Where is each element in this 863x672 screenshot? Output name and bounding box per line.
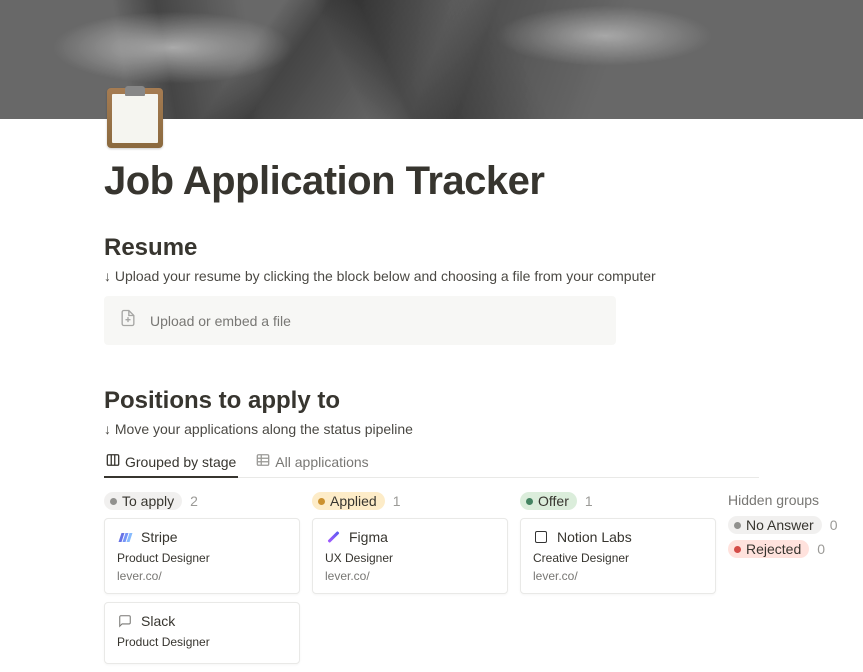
column-to-apply: To apply 2 Stripe Product Designer <box>104 492 300 672</box>
column-header[interactable]: Offer 1 <box>520 492 716 510</box>
status-dot <box>734 546 741 553</box>
slack-icon <box>117 613 133 629</box>
card-link: lever.co/ <box>533 569 703 583</box>
card-slack[interactable]: Slack Product Designer <box>104 602 300 664</box>
column-count: 1 <box>393 493 401 509</box>
stage-label: Rejected <box>746 541 801 557</box>
stage-label: Offer <box>538 493 569 509</box>
card-figma[interactable]: Figma UX Designer lever.co/ <box>312 518 508 594</box>
status-dot <box>734 522 741 529</box>
card-role: Product Designer <box>117 551 287 565</box>
page-title[interactable]: Job Application Tracker <box>104 159 759 204</box>
stage-pill-rejected: Rejected <box>728 540 809 558</box>
notion-icon <box>533 529 549 545</box>
hidden-groups: Hidden groups No Answer 0 Rejected 0 <box>728 492 863 672</box>
hidden-group-rejected[interactable]: Rejected 0 <box>728 540 863 558</box>
stage-label: Applied <box>330 493 377 509</box>
page-icon-clipboard[interactable] <box>104 87 166 149</box>
positions-help-text: ↓ Move your applications along the statu… <box>104 421 759 437</box>
resume-heading: Resume <box>104 234 759 262</box>
column-header[interactable]: Applied 1 <box>312 492 508 510</box>
view-tabs: Grouped by stage All applications <box>104 447 759 478</box>
column-header[interactable]: To apply 2 <box>104 492 300 510</box>
column-count: 1 <box>585 493 593 509</box>
column-count: 2 <box>190 493 198 509</box>
figma-icon <box>325 529 341 545</box>
tab-label: Grouped by stage <box>125 454 236 470</box>
board-icon <box>106 453 120 470</box>
card-stripe[interactable]: Stripe Product Designer lever.co/ <box>104 518 300 594</box>
card-role: UX Designer <box>325 551 495 565</box>
stage-pill-applied: Applied <box>312 492 385 510</box>
status-dot <box>526 498 533 505</box>
stage-label: To apply <box>122 493 174 509</box>
upload-file-block[interactable]: Upload or embed a file <box>104 296 616 345</box>
card-notion-labs[interactable]: Notion Labs Creative Designer lever.co/ <box>520 518 716 594</box>
card-company: Stripe <box>141 529 178 545</box>
kanban-board: To apply 2 Stripe Product Designer <box>104 492 759 672</box>
card-role: Creative Designer <box>533 551 703 565</box>
stripe-icon <box>117 529 133 545</box>
hidden-group-no-answer[interactable]: No Answer 0 <box>728 516 863 534</box>
file-icon <box>118 308 138 333</box>
tab-label: All applications <box>275 454 368 470</box>
table-icon <box>256 453 270 470</box>
positions-heading: Positions to apply to <box>104 387 759 415</box>
card-role: Product Designer <box>117 635 287 649</box>
stage-pill-offer: Offer <box>520 492 577 510</box>
column-applied: Applied 1 Figma UX Designer lever.co/ <box>312 492 508 672</box>
card-link: lever.co/ <box>325 569 495 583</box>
hidden-groups-title: Hidden groups <box>728 492 863 508</box>
status-dot <box>110 498 117 505</box>
card-company: Figma <box>349 529 388 545</box>
tab-all-applications[interactable]: All applications <box>254 447 370 477</box>
hidden-count: 0 <box>817 541 825 557</box>
resume-help-text: ↓ Upload your resume by clicking the blo… <box>104 268 759 284</box>
stage-pill-to-apply: To apply <box>104 492 182 510</box>
tab-grouped-by-stage[interactable]: Grouped by stage <box>104 447 238 477</box>
status-dot <box>318 498 325 505</box>
card-company: Notion Labs <box>557 529 632 545</box>
stage-label: No Answer <box>746 517 814 533</box>
card-company: Slack <box>141 613 175 629</box>
card-link: lever.co/ <box>117 569 287 583</box>
hidden-count: 0 <box>830 517 838 533</box>
upload-label: Upload or embed a file <box>150 313 291 329</box>
column-offer: Offer 1 Notion Labs Creative Designer le… <box>520 492 716 672</box>
stage-pill-no-answer: No Answer <box>728 516 822 534</box>
